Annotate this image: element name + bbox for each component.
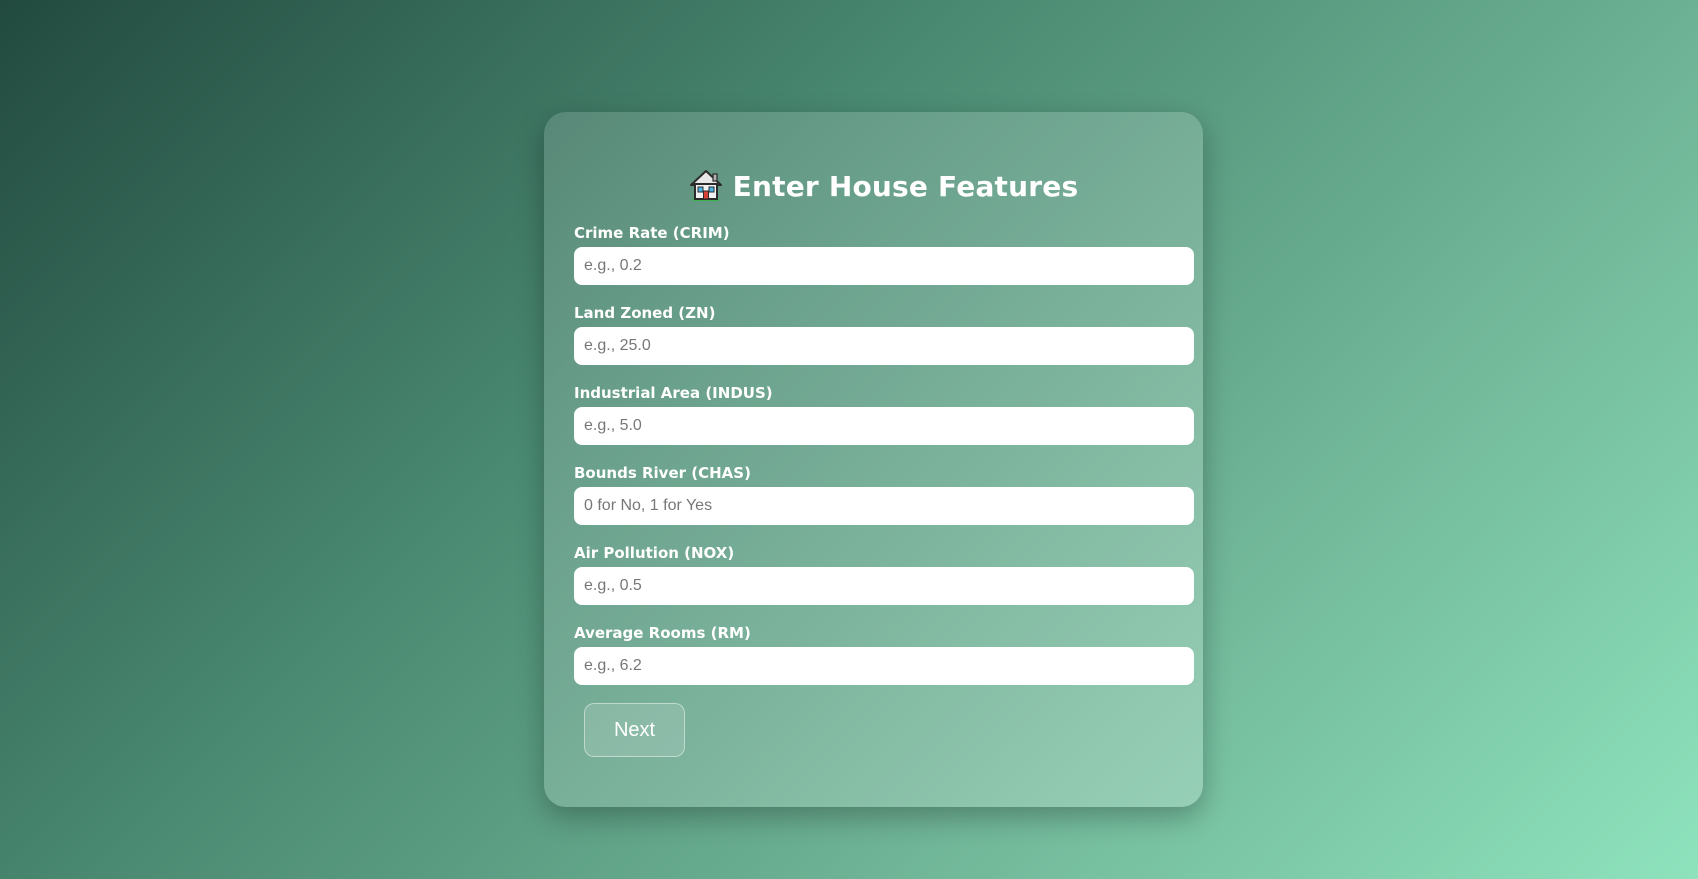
field-zn: Land Zoned (ZN)	[574, 303, 1194, 365]
chas-input[interactable]	[574, 487, 1194, 525]
form-title-row: Enter House Features	[574, 167, 1193, 205]
field-indus: Industrial Area (INDUS)	[574, 383, 1194, 445]
field-chas: Bounds River (CHAS)	[574, 463, 1194, 525]
field-nox: Air Pollution (NOX)	[574, 543, 1194, 605]
indus-input[interactable]	[574, 407, 1194, 445]
rm-label: Average Rooms (RM)	[574, 624, 751, 642]
house-features-card: Enter House Features Crime Rate (CRIM) L…	[544, 112, 1203, 807]
indus-label: Industrial Area (INDUS)	[574, 384, 773, 402]
nox-label: Air Pollution (NOX)	[574, 544, 735, 562]
house-icon	[689, 170, 722, 201]
chas-label: Bounds River (CHAS)	[574, 464, 751, 482]
field-crim: Crime Rate (CRIM)	[574, 223, 1194, 285]
zn-label: Land Zoned (ZN)	[574, 304, 716, 322]
zn-input[interactable]	[574, 327, 1194, 365]
form-title: Enter House Features	[732, 169, 1079, 203]
crim-input[interactable]	[574, 247, 1194, 285]
crim-label: Crime Rate (CRIM)	[574, 224, 730, 242]
next-button[interactable]: Next	[584, 703, 685, 757]
rm-input[interactable]	[574, 647, 1194, 685]
nox-input[interactable]	[574, 567, 1194, 605]
field-rm: Average Rooms (RM)	[574, 623, 1194, 685]
